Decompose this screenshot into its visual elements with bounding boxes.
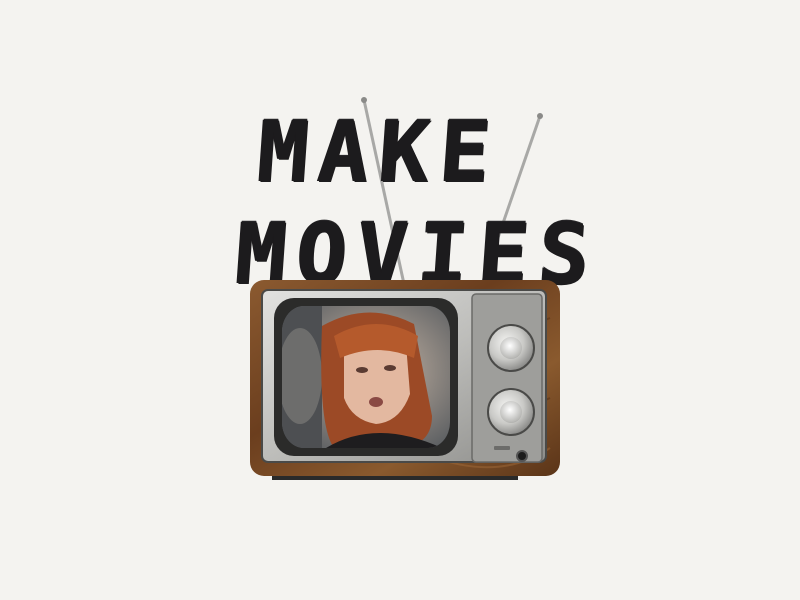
- volume-knob-icon[interactable]: [487, 388, 535, 436]
- power-indicator-icon[interactable]: [516, 450, 528, 462]
- poster: MAKE MOVIES: [0, 0, 800, 600]
- brand-plate: [494, 446, 510, 450]
- tv-screen: [282, 306, 450, 448]
- title-make: MAKE: [254, 103, 504, 201]
- vintage-tv-icon: [250, 280, 560, 480]
- right-antenna-tip: [537, 113, 543, 119]
- screen-image: [282, 306, 450, 448]
- channel-knob-icon[interactable]: [487, 324, 535, 372]
- control-panel: [480, 298, 542, 462]
